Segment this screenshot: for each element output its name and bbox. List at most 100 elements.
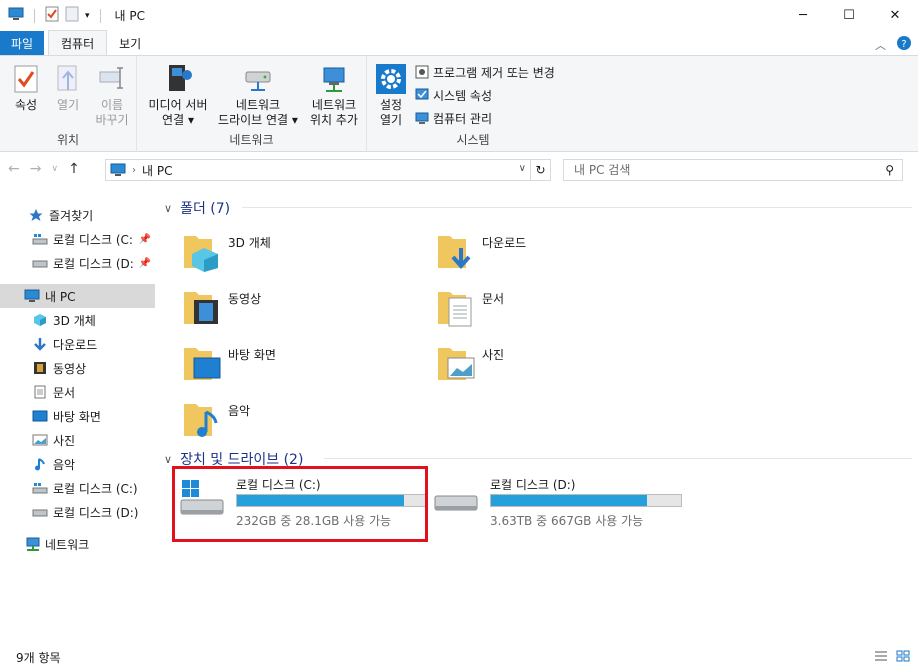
- open-settings-button[interactable]: 설정 열기: [373, 62, 409, 128]
- folder-pictures[interactable]: 사진: [436, 342, 504, 384]
- selection-highlight-box: [172, 466, 428, 542]
- status-bar: 9개 항목: [0, 645, 918, 669]
- settings-gear-icon: [375, 62, 407, 96]
- search-box[interactable]: ⚲: [563, 159, 903, 181]
- group-label-network: 네트워크: [229, 133, 274, 147]
- rename-icon: [96, 62, 128, 96]
- large-icons-view-icon[interactable]: [896, 650, 910, 665]
- network-drive-icon: [242, 62, 274, 96]
- drive-icon: [32, 255, 48, 271]
- recent-locations-icon[interactable]: ∨: [51, 164, 58, 177]
- folder-documents[interactable]: 문서: [436, 286, 504, 328]
- open-button[interactable]: 열기: [50, 62, 86, 113]
- sidebar-item-documents[interactable]: 문서: [0, 380, 155, 404]
- properties-quick-icon[interactable]: [45, 6, 59, 25]
- sidebar-item-music[interactable]: 음악: [0, 452, 155, 476]
- pin-icon[interactable]: 📌: [139, 258, 151, 269]
- sidebar-item-local-disk-c-pinned[interactable]: 로컬 디스크 (C: 📌: [0, 227, 155, 251]
- folder-desktop[interactable]: 바탕 화면: [182, 342, 276, 384]
- sidebar-item-quick-access[interactable]: 즐겨찾기: [0, 203, 155, 227]
- folder-videos[interactable]: 동영상: [182, 286, 261, 328]
- folders-section-header[interactable]: ∨ 폴더 (7): [164, 198, 230, 218]
- chevron-down-icon[interactable]: ∨: [164, 453, 172, 466]
- maximize-button[interactable]: ☐: [826, 0, 872, 31]
- svg-text:?: ?: [901, 39, 906, 50]
- search-input[interactable]: [574, 163, 874, 177]
- sidebar-item-pictures[interactable]: 사진: [0, 428, 155, 452]
- open-icon: [52, 62, 84, 96]
- sidebar-item-downloads[interactable]: 다운로드: [0, 332, 155, 356]
- media-server-icon: [162, 62, 194, 96]
- new-folder-quick-icon[interactable]: [65, 6, 79, 25]
- content-pane: ∨ 폴더 (7) 3D 개체 다운로드 동영상 문서 바탕 화면 사진 음악 ∨…: [158, 190, 918, 640]
- item-count: 9개 항목: [16, 650, 61, 665]
- drive-c-icon: [32, 231, 48, 247]
- video-folder-icon: [184, 292, 218, 324]
- ribbon: 속성 열기 이름 바꾸기 위치 미디어 서버 연결 ▾ 네트워크 드라이브 연결…: [0, 55, 918, 152]
- refresh-icon[interactable]: ↻: [530, 160, 550, 180]
- folder-3d-objects[interactable]: 3D 개체: [182, 230, 271, 272]
- chevron-down-icon[interactable]: ∨: [164, 202, 172, 215]
- up-arrow-icon[interactable]: ↑: [68, 161, 80, 177]
- location-group: 속성 열기 이름 바꾸기 위치: [0, 56, 137, 152]
- group-label-system: 시스템: [456, 133, 490, 147]
- tab-file[interactable]: 파일: [0, 31, 44, 55]
- details-view-icon[interactable]: [874, 650, 888, 665]
- pc-icon[interactable]: [8, 7, 24, 24]
- computer-management-icon: [415, 112, 429, 124]
- address-bar[interactable]: › 내 PC ∨ ↻: [105, 159, 551, 181]
- window-title: 내 PC: [114, 9, 146, 23]
- pc-icon: [24, 288, 40, 304]
- navigation-pane: 즐겨찾기 로컬 디스크 (C: 📌 로컬 디스크 (D: 📌 내 PC 3D 개…: [0, 196, 155, 636]
- sidebar-item-3d-objects[interactable]: 3D 개체: [0, 308, 155, 332]
- drive-d[interactable]: 로컬 디스크 (D:) 3.63TB 중 667GB 사용 가능: [432, 474, 682, 530]
- folder-downloads[interactable]: 다운로드: [436, 230, 526, 272]
- sidebar-item-network[interactable]: 네트워크: [0, 532, 155, 556]
- collapse-ribbon-icon[interactable]: ︿: [875, 37, 886, 53]
- media-server-button[interactable]: 미디어 서버 연결 ▾: [143, 62, 213, 128]
- system-properties-icon: [415, 88, 429, 100]
- uninstall-program-button[interactable]: 프로그램 제거 또는 변경: [415, 62, 555, 82]
- folder-music[interactable]: 음악: [182, 398, 250, 440]
- pc-icon: [110, 163, 126, 176]
- rename-button[interactable]: 이름 바꾸기: [92, 62, 132, 128]
- customize-dropdown-icon[interactable]: ▾: [85, 11, 90, 21]
- close-button[interactable]: ✕: [872, 0, 918, 31]
- help-icon[interactable]: ?: [896, 35, 912, 54]
- add-network-location-button[interactable]: 네트워크 위치 추가: [301, 62, 367, 128]
- properties-button[interactable]: 속성: [8, 62, 44, 113]
- system-group: 설정 열기 프로그램 제거 또는 변경 시스템 속성 컴퓨터 관리 시스템: [367, 56, 579, 152]
- picture-icon: [32, 432, 48, 448]
- system-properties-button[interactable]: 시스템 속성: [415, 85, 492, 105]
- download-folder-icon: [438, 236, 471, 270]
- properties-icon: [10, 62, 42, 96]
- back-arrow-icon[interactable]: ←: [8, 161, 20, 177]
- tab-view[interactable]: 보기: [107, 31, 153, 55]
- 3d-folder-icon: [184, 236, 218, 272]
- drive-icon: [32, 504, 48, 520]
- pin-icon[interactable]: 📌: [139, 234, 151, 245]
- ribbon-tabs: 파일 컴퓨터 보기 ︿ ?: [0, 30, 918, 55]
- sidebar-item-local-disk-d-pinned[interactable]: 로컬 디스크 (D: 📌: [0, 251, 155, 275]
- desktop-folder-icon: [184, 348, 221, 380]
- breadcrumb-pc[interactable]: 내 PC: [142, 162, 172, 179]
- breadcrumb-separator-icon[interactable]: ›: [132, 165, 136, 176]
- tab-computer[interactable]: 컴퓨터: [48, 30, 108, 55]
- sidebar-item-videos[interactable]: 동영상: [0, 356, 155, 380]
- network-location-icon: [318, 62, 350, 96]
- video-icon: [32, 360, 48, 376]
- drive-icon: [434, 495, 478, 511]
- sidebar-item-this-pc[interactable]: 내 PC: [0, 284, 155, 308]
- minimize-button[interactable]: ─: [780, 0, 826, 31]
- forward-arrow-icon[interactable]: →: [30, 161, 42, 177]
- download-icon: [32, 336, 48, 352]
- address-dropdown-icon[interactable]: ∨: [519, 163, 526, 174]
- sidebar-item-local-disk-d[interactable]: 로컬 디스크 (D:): [0, 500, 155, 524]
- computer-management-button[interactable]: 컴퓨터 관리: [415, 108, 492, 128]
- music-icon: [32, 456, 48, 472]
- drive-d-free-space: 3.63TB 중 667GB 사용 가능: [490, 514, 644, 528]
- sidebar-item-desktop[interactable]: 바탕 화면: [0, 404, 155, 428]
- sidebar-item-local-disk-c[interactable]: 로컬 디스크 (C:): [0, 476, 155, 500]
- uninstall-icon: [415, 65, 429, 79]
- map-network-drive-button[interactable]: 네트워크 드라이브 연결 ▾: [215, 62, 301, 128]
